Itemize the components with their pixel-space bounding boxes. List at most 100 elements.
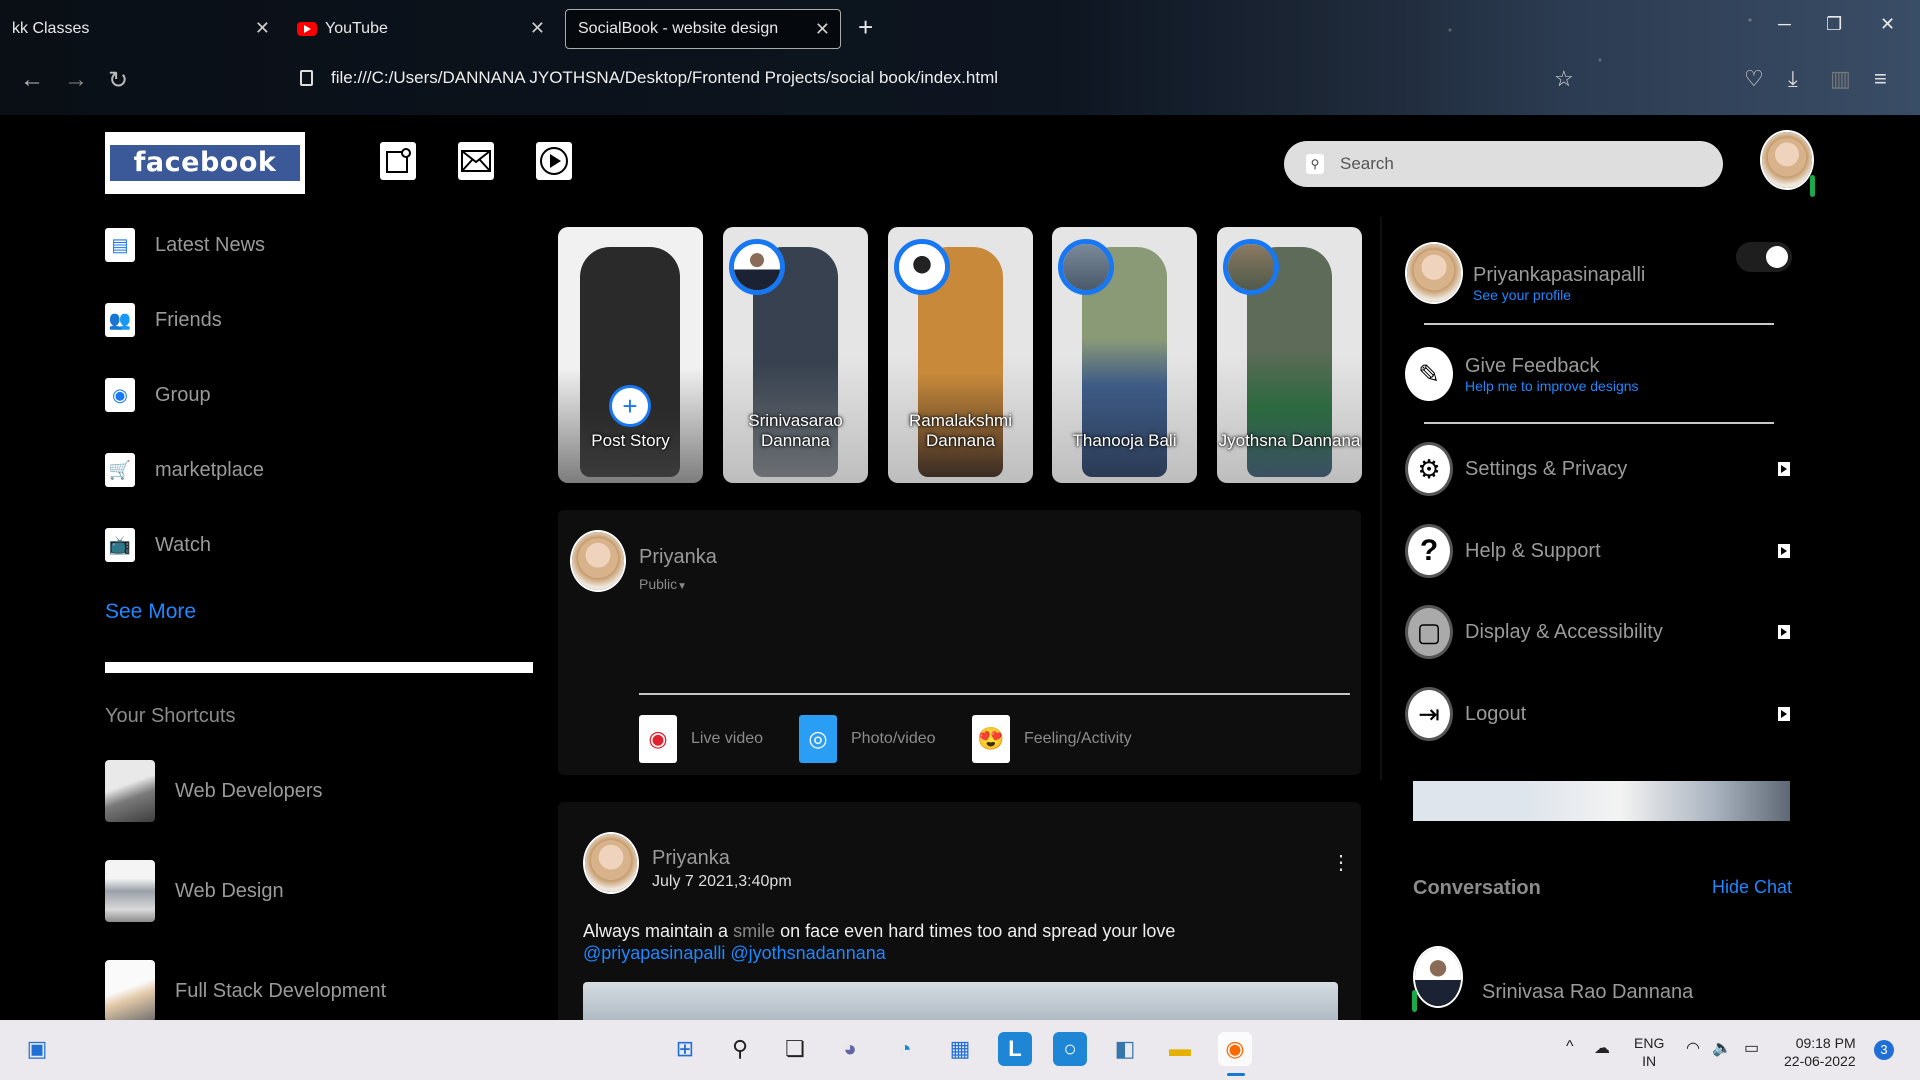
reload-icon[interactable]: ↻ <box>108 66 128 95</box>
profile-avatar[interactable] <box>1405 242 1463 304</box>
camera-icon: ◎ <box>799 715 837 763</box>
search-icon[interactable]: ⚲ <box>723 1032 757 1066</box>
browser-tab[interactable]: kk Classes ✕ <box>0 9 280 49</box>
chevron-right-icon <box>1778 462 1790 476</box>
start-icon[interactable]: ⊞ <box>668 1032 702 1066</box>
widgets-icon[interactable]: ▣ <box>20 1032 54 1066</box>
cloud-icon[interactable]: ☁ <box>1594 1038 1610 1058</box>
shortcut-item[interactable]: Full Stack Development <box>105 960 386 1022</box>
app-l-icon[interactable]: L <box>998 1032 1032 1066</box>
story-card[interactable]: Jyothsna Dannana <box>1217 227 1362 483</box>
caret-down-icon: ▼ <box>677 581 688 592</box>
sidebar-item-label: Watch <box>155 533 211 556</box>
menu-item-label: Logout <box>1465 702 1527 725</box>
inbox-icon[interactable] <box>458 142 494 180</box>
search-box[interactable]: ⚲ <box>1284 141 1723 187</box>
hide-chat-link[interactable]: Hide Chat <box>1712 877 1792 898</box>
wifi-icon[interactable]: ◠ <box>1686 1038 1700 1058</box>
more-options-icon[interactable]: ⋮ <box>1331 850 1351 875</box>
add-story-icon[interactable]: + <box>609 385 651 427</box>
feeling-activity-button[interactable]: 😍 Feeling/Activity <box>972 715 1132 763</box>
task-view-icon[interactable]: ❏ <box>778 1032 812 1066</box>
store-icon[interactable]: ▦ <box>943 1032 977 1066</box>
sidebar-item-watch[interactable]: 📺 Watch <box>105 528 211 562</box>
close-tab-icon[interactable]: ✕ <box>255 18 270 39</box>
chat-icon[interactable]: ◕ <box>833 1032 867 1066</box>
extensions-icon[interactable]: ▥ <box>1830 66 1851 92</box>
privacy-selector[interactable]: Public▼ <box>639 576 687 592</box>
bookmark-star-icon[interactable]: ☆ <box>1554 66 1574 92</box>
volume-icon[interactable]: 🔈 <box>1712 1038 1732 1058</box>
firefox-icon[interactable]: ◉ <box>1218 1032 1252 1066</box>
close-window-icon[interactable]: ✕ <box>1880 14 1895 35</box>
story-card[interactable]: Ramalakshmi Dannana <box>888 227 1033 483</box>
pocket-icon[interactable]: ♡ <box>1744 66 1764 92</box>
forward-icon[interactable]: → <box>64 66 88 94</box>
sponsored-banner[interactable] <box>1413 781 1790 821</box>
post-text-part: on face even hard times too and spread y… <box>780 921 1176 941</box>
display-accessibility-item[interactable]: ▢ Display & Accessibility <box>1405 605 1790 659</box>
sidebar-item-friends[interactable]: 👥 Friends <box>105 303 222 337</box>
contact-avatar[interactable] <box>1413 946 1463 1008</box>
back-icon[interactable]: ← <box>20 66 44 94</box>
browser-tab-active[interactable]: SocialBook - website design ✕ <box>565 9 841 49</box>
sidebar-item-latest-news[interactable]: ▤ Latest News <box>105 228 265 262</box>
contact-name[interactable]: Srinivasa Rao Dannana <box>1482 981 1693 1004</box>
chevron-up-icon[interactable]: ^ <box>1566 1038 1574 1056</box>
close-tab-icon[interactable]: ✕ <box>530 18 545 39</box>
time-text: 09:18 PM <box>1795 1035 1856 1051</box>
post-tags[interactable]: @priyapasinapalli @jyothsnadannana <box>583 943 886 963</box>
language-indicator[interactable]: ENG IN <box>1634 1034 1664 1070</box>
file-explorer-icon[interactable]: ▬ <box>1163 1032 1197 1066</box>
sidebar-item-group[interactable]: ◉ Group <box>105 378 211 412</box>
dark-mode-toggle[interactable] <box>1736 242 1792 272</box>
profile-name: Priyankapasinapalli <box>1473 264 1646 286</box>
new-tab-icon[interactable]: + <box>858 12 873 43</box>
restore-icon[interactable]: ❐ <box>1826 14 1842 35</box>
shortcut-label: Web Design <box>175 879 284 902</box>
app-o-icon[interactable]: ○ <box>1053 1032 1087 1066</box>
shortcut-item[interactable]: Web Design <box>105 860 284 922</box>
minimize-icon[interactable]: ─ <box>1778 14 1791 35</box>
sidebar-item-label: Group <box>155 383 211 406</box>
facebook-logo[interactable]: facebook <box>105 132 305 194</box>
shortcuts-heading: Your Shortcuts <box>105 705 236 727</box>
post-author-avatar[interactable] <box>583 832 639 894</box>
close-tab-icon[interactable]: ✕ <box>815 19 830 40</box>
help-support-item[interactable]: ? Help & Support <box>1405 524 1790 578</box>
story-card[interactable]: Thanooja Bali <box>1052 227 1197 483</box>
address-bar[interactable]: file:///C:/Users/DANNANA JYOTHSNA/Deskto… <box>300 68 998 88</box>
browser-tab[interactable]: YouTube ✕ <box>285 9 555 49</box>
settings-privacy-item[interactable]: ⚙ Settings & Privacy <box>1405 442 1790 496</box>
battery-icon[interactable]: ▭ <box>1744 1038 1759 1058</box>
post-author-avatar[interactable] <box>570 530 626 592</box>
python-icon[interactable]: ◧ <box>1108 1032 1142 1066</box>
see-more-link[interactable]: See More <box>105 600 196 624</box>
see-profile-link[interactable]: See your profile <box>1473 287 1571 303</box>
sidebar-item-marketplace[interactable]: 🛒 marketplace <box>105 453 264 487</box>
friends-icon: 👥 <box>105 303 135 337</box>
video-icon[interactable] <box>536 142 572 180</box>
story-label: Jyothsna Dannana <box>1218 431 1361 450</box>
live-video-button[interactable]: ◉ Live video <box>639 715 763 763</box>
story-avatar <box>729 239 785 295</box>
menu-icon[interactable]: ≡ <box>1874 66 1887 92</box>
logout-item[interactable]: ⇥ Logout <box>1405 687 1790 741</box>
shortcut-thumbnail <box>105 760 155 822</box>
shortcut-item[interactable]: Web Developers <box>105 760 322 822</box>
notification-icon[interactable] <box>380 142 416 180</box>
search-input[interactable] <box>1338 153 1698 175</box>
clock[interactable]: 09:18 PM 22-06-2022 <box>1784 1034 1856 1070</box>
notification-badge[interactable]: 3 <box>1874 1040 1894 1060</box>
sidebar-item-label: marketplace <box>155 458 264 481</box>
user-avatar[interactable] <box>1760 130 1814 190</box>
url-text: file:///C:/Users/DANNANA JYOTHSNA/Deskto… <box>331 68 999 87</box>
give-feedback-item[interactable]: ✎ Give Feedback Help me to improve desig… <box>1405 347 1790 401</box>
edge-icon[interactable]: ◔ <box>888 1032 922 1066</box>
story-card-post[interactable]: + Post Story <box>558 227 703 483</box>
feedback-subtitle: Help me to improve designs <box>1465 377 1639 394</box>
download-icon[interactable]: ⤓ <box>1788 66 1798 92</box>
photo-video-button[interactable]: ◎ Photo/video <box>799 715 936 763</box>
sidebar-item-label: Latest News <box>155 233 266 256</box>
story-card[interactable]: Srinivasarao Dannana <box>723 227 868 483</box>
